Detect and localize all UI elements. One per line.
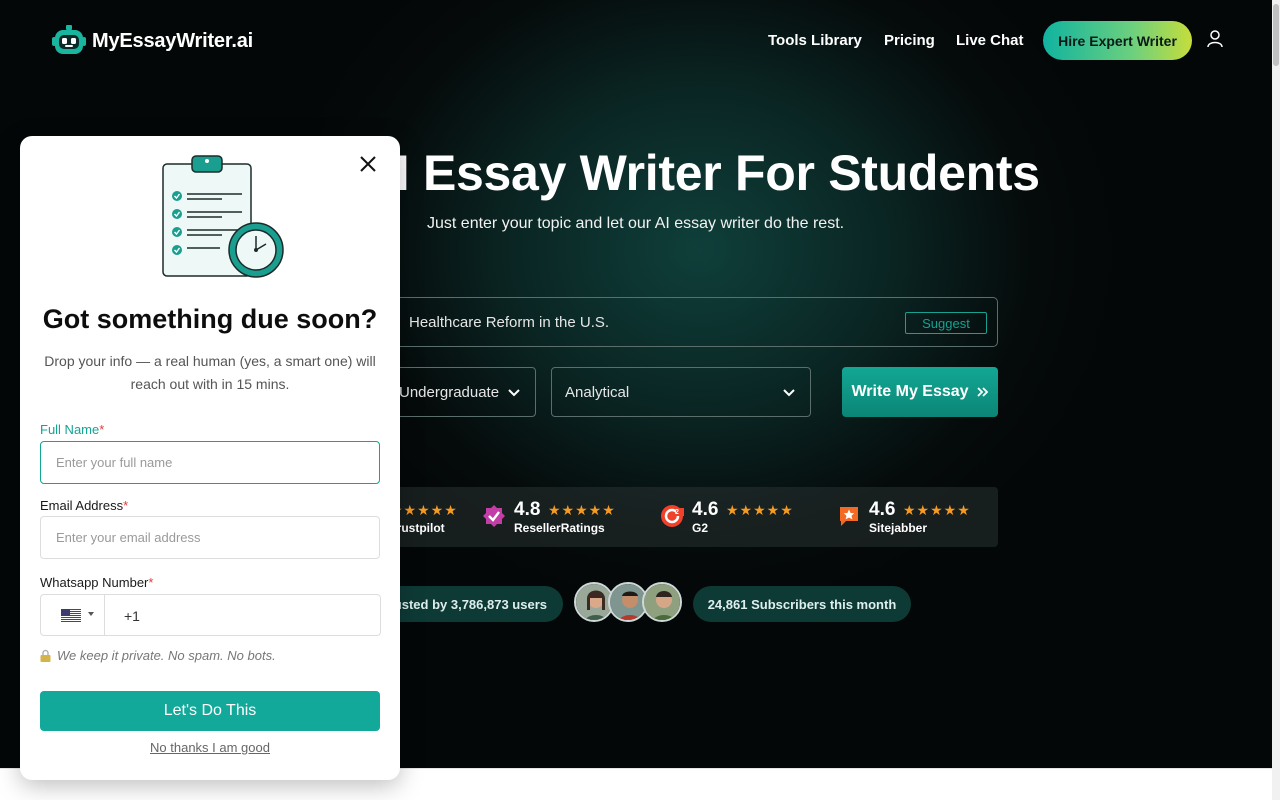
submit-button[interactable]: Let's Do This (40, 691, 380, 731)
academic-level-value: Undergraduate (399, 384, 500, 401)
scrollbar-thumb[interactable] (1273, 4, 1279, 66)
site-logo[interactable]: MyEssayWriter.ai (52, 24, 253, 58)
suggest-button[interactable]: Suggest (905, 312, 987, 334)
dismiss-link[interactable]: No thanks I am good (20, 740, 400, 755)
essay-type-select[interactable]: Analytical (551, 367, 811, 417)
chevron-down-icon (783, 389, 795, 397)
rating-sitejabber: 4.6 ★★★★★ Sitejabber (837, 499, 987, 537)
nav-pricing[interactable]: Pricing (884, 32, 944, 49)
write-my-essay-button[interactable]: Write My Essay (842, 367, 998, 417)
rating-score: 4.8 (514, 499, 541, 520)
chevron-down-icon (88, 612, 94, 616)
resellerratings-badge-icon (483, 505, 505, 527)
required-marker: * (148, 575, 154, 590)
chevron-down-icon (508, 389, 520, 397)
page-subheadline: Just enter your topic and let our AI ess… (427, 215, 845, 232)
hire-expert-writer-button[interactable]: Hire Expert Writer (1043, 21, 1192, 60)
rating-score: 4.6 (692, 499, 719, 520)
nav-live-chat[interactable]: Live Chat (956, 32, 1026, 49)
close-icon[interactable] (357, 153, 379, 175)
rating-g2: 2 4.6 ★★★★★ G2 (660, 499, 810, 537)
ratings-bar: ★★★★★ Trustpilot 4.8 ★★★★★ ResellerRatin… (360, 487, 998, 547)
subscribers-badge: 24,861 Subscribers this month (693, 586, 911, 622)
email-field[interactable] (40, 516, 380, 559)
email-label-text: Email Address (40, 498, 124, 513)
svg-text:2: 2 (675, 509, 679, 516)
whatsapp-field: +1 (40, 594, 381, 636)
rating-source: Sitejabber (869, 521, 928, 535)
user-avatars (574, 582, 684, 624)
lock-icon (40, 649, 51, 662)
user-icon[interactable] (1207, 30, 1223, 48)
robot-face-icon (52, 25, 86, 54)
country-code-select[interactable] (41, 595, 105, 635)
rating-stars: ★★★★★ (903, 502, 971, 518)
clipboard-clock-icon (162, 155, 284, 278)
rating-resellerratings: 4.8 ★★★★★ ResellerRatings (482, 499, 632, 537)
nav-tools-library[interactable]: Tools Library (768, 32, 868, 49)
avatar (642, 582, 682, 622)
full-name-label: Full Name* (40, 422, 104, 437)
full-name-label-text: Full Name (40, 422, 100, 437)
lead-capture-modal: Got something due soon? Drop your info —… (20, 136, 400, 780)
topic-input-value: Healthcare Reform in the U.S. (409, 314, 610, 331)
page-scrollbar[interactable] (1272, 0, 1280, 800)
rating-score: 4.6 (869, 499, 896, 520)
privacy-note-text: We keep it private. No spam. No bots. (57, 648, 276, 663)
logo-text: MyEssayWriter.ai (92, 29, 253, 52)
full-name-field[interactable] (40, 441, 380, 484)
topic-input[interactable]: Healthcare Reform in the U.S. Suggest (360, 297, 998, 347)
us-flag-icon (61, 609, 81, 622)
g2-logo-icon: 2 (661, 505, 684, 527)
modal-description: Drop your info — a real human (yes, a sm… (44, 353, 376, 392)
sitejabber-logo-icon (840, 507, 858, 526)
essay-type-value: Analytical (565, 384, 630, 401)
modal-title: Got something due soon? (42, 304, 378, 334)
whatsapp-label: Whatsapp Number* (40, 575, 153, 590)
rating-stars: ★★★★★ (726, 502, 794, 518)
rating-trustpilot: ★★★★★ Trustpilot (390, 499, 480, 537)
phone-number-input[interactable]: +1 (124, 608, 140, 624)
rating-source: ResellerRatings (514, 521, 605, 535)
double-chevron-right-icon (976, 387, 988, 397)
write-my-essay-label: Write My Essay (851, 383, 969, 400)
rating-stars: ★★★★★ (548, 502, 616, 518)
privacy-note: We keep it private. No spam. No bots. (40, 648, 276, 663)
required-marker: * (99, 422, 105, 437)
page-headline: AI Essay Writer For Students (360, 145, 1040, 201)
required-marker: * (123, 498, 129, 513)
whatsapp-label-text: Whatsapp Number (40, 575, 149, 590)
rating-stars: ★★★★★ (390, 502, 458, 518)
email-label: Email Address* (40, 498, 128, 513)
rating-source: G2 (692, 521, 709, 535)
